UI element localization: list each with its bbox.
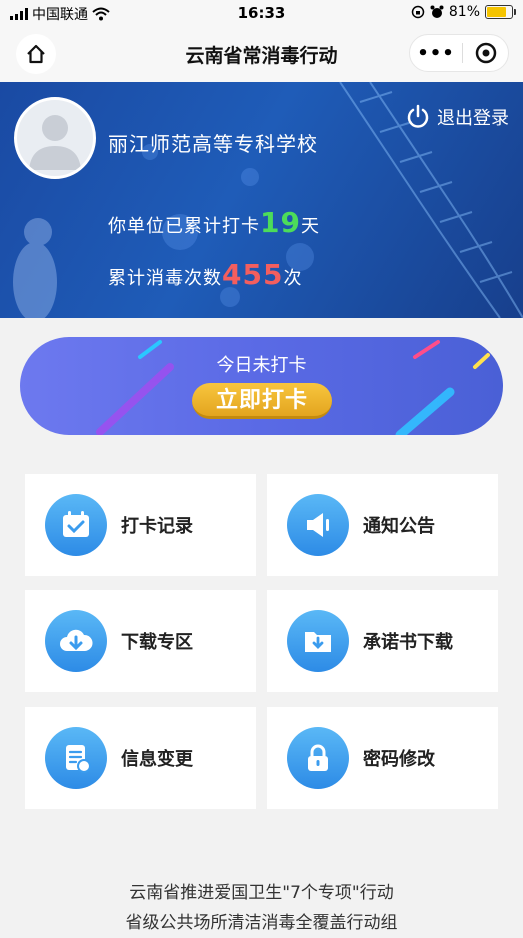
folder-download-icon <box>305 632 331 652</box>
speaker-icon <box>307 513 329 537</box>
menu-info-change[interactable]: 信息变更 <box>25 707 256 809</box>
school-name: 丽江师范高等专科学校 <box>108 132 318 156</box>
menu-announcements[interactable]: 通知公告 <box>267 474 498 576</box>
more-button[interactable]: ••• <box>410 43 462 64</box>
power-icon <box>407 104 429 128</box>
checkin-status: 今日未打卡 <box>216 355 307 376</box>
lock-icon <box>308 744 328 771</box>
menu-pledge-download[interactable]: 承诺书下载 <box>267 590 498 692</box>
menu-password-change[interactable]: 密码修改 <box>267 707 498 809</box>
status-bar: 中国联通 16:33 81% <box>0 0 523 26</box>
disinfection-count-value: 455 <box>222 258 284 291</box>
menu-downloads[interactable]: 下载专区 <box>25 590 256 692</box>
document-edit-icon <box>66 745 91 773</box>
footer-line-1: 云南省推进爱国卫生"7个专项"行动 <box>129 883 394 903</box>
logout-button[interactable]: 退出登录 <box>405 104 509 130</box>
menu-label: 信息变更 <box>121 749 193 770</box>
checkin-days-stat: 你单位已累计打卡19天 <box>108 206 320 239</box>
miniprogram-capsule: ••• <box>409 34 509 72</box>
logout-label: 退出登录 <box>437 108 509 129</box>
cloud-download-icon <box>60 629 93 651</box>
disinfection-count-stat: 累计消毒次数455次 <box>108 258 303 291</box>
user-silhouette-icon <box>29 115 81 170</box>
nav-bar: 云南省常消毒行动 ••• <box>0 26 523 82</box>
battery-percent: 81% <box>448 4 480 20</box>
checkin-panel: 今日未打卡 立即打卡 <box>20 337 503 435</box>
menu-label: 打卡记录 <box>121 516 193 537</box>
menu-label: 承诺书下载 <box>363 632 453 653</box>
calendar-check-icon <box>63 511 89 537</box>
target-icon <box>475 42 496 64</box>
footer-line-2: 省级公共场所清洁消毒全覆盖行动组 <box>125 913 398 933</box>
battery-icon <box>485 5 516 19</box>
menu-label: 通知公告 <box>363 516 435 537</box>
checkin-button[interactable]: 立即打卡 <box>192 383 332 419</box>
checkin-days-value: 19 <box>260 206 301 239</box>
orientation-lock-icon <box>411 5 425 19</box>
alarm-icon <box>430 5 444 18</box>
close-miniprogram-button[interactable] <box>463 42 508 64</box>
menu-checkin-records[interactable]: 打卡记录 <box>25 474 256 576</box>
avatar[interactable] <box>14 97 96 179</box>
menu-label: 密码修改 <box>363 749 435 770</box>
menu-label: 下载专区 <box>121 632 193 653</box>
footer: 云南省推进爱国卫生"7个专项"行动 省级公共场所清洁消毒全覆盖行动组 <box>0 878 523 938</box>
profile-banner: 丽江师范高等专科学校 退出登录 你单位已累计打卡19天 累计消毒次数455次 <box>0 82 523 318</box>
